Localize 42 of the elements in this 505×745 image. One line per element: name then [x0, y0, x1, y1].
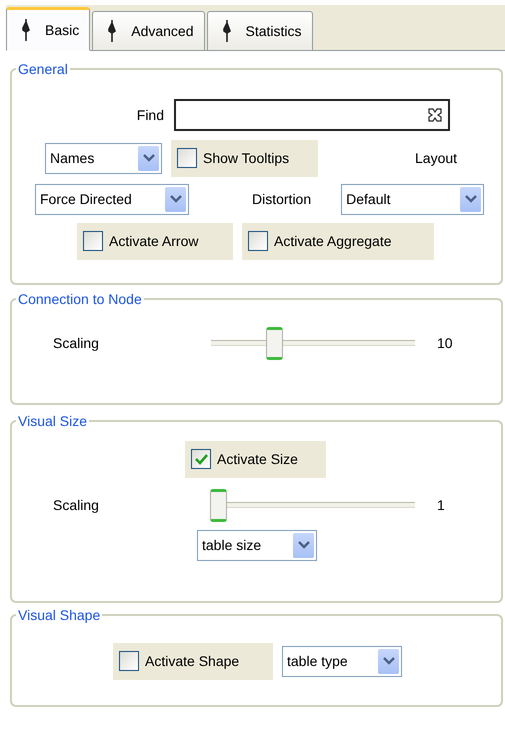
type-select[interactable]: table type: [282, 646, 402, 676]
distortion-label: Distortion: [252, 191, 312, 207]
chevron-down-icon: [298, 541, 310, 549]
distortion-select[interactable]: Default: [341, 184, 484, 214]
checkbox[interactable]: [248, 231, 268, 251]
tab[interactable]: Advanced: [92, 11, 205, 51]
group-title: Connection to Node: [17, 291, 143, 307]
layout-label: Layout: [415, 150, 458, 166]
activate-aggregate-checkbox[interactable]: Activate Aggregate: [242, 222, 434, 260]
layout-select[interactable]: Force Directed: [35, 184, 189, 214]
pin-icon: [222, 19, 232, 43]
scaling-label: Scaling: [53, 497, 100, 513]
slider-value: 10: [437, 335, 453, 351]
slider-thumb[interactable]: [210, 488, 227, 522]
group-title: General: [17, 61, 69, 77]
find-field[interactable]: [174, 99, 450, 131]
group-title: Visual Size: [17, 413, 88, 429]
checkbox[interactable]: [177, 148, 197, 168]
chevron-down-icon: [464, 195, 477, 203]
size-select[interactable]: table size: [197, 530, 317, 560]
activate-arrow-checkbox[interactable]: Activate Arrow: [77, 222, 233, 260]
activate-size-checkbox[interactable]: Activate Size: [185, 440, 326, 478]
tab[interactable]: Statistics: [206, 11, 313, 51]
tab[interactable]: Basic: [6, 7, 90, 51]
clear-icon: [428, 108, 442, 122]
chevron-down-icon: [142, 154, 154, 162]
slider-value: 1: [437, 497, 445, 513]
checkbox[interactable]: [83, 231, 103, 251]
checkbox[interactable]: [119, 651, 139, 671]
chevron-down-icon: [382, 657, 394, 665]
pin-icon: [107, 19, 118, 43]
find-label: Find: [136, 107, 164, 123]
checkbox[interactable]: [191, 449, 211, 469]
chevron-down-icon: [170, 195, 182, 203]
group-title: Visual Shape: [17, 607, 102, 623]
slider-thumb[interactable]: [266, 326, 284, 360]
checkmark-icon: [194, 453, 208, 465]
activate-shape-checkbox[interactable]: Activate Shape: [113, 642, 273, 680]
show-tooltips-checkbox[interactable]: Show Tooltips: [171, 140, 318, 176]
pin-icon: [21, 18, 31, 42]
names-select[interactable]: Names: [45, 142, 162, 174]
scaling-label: Scaling: [53, 335, 100, 351]
